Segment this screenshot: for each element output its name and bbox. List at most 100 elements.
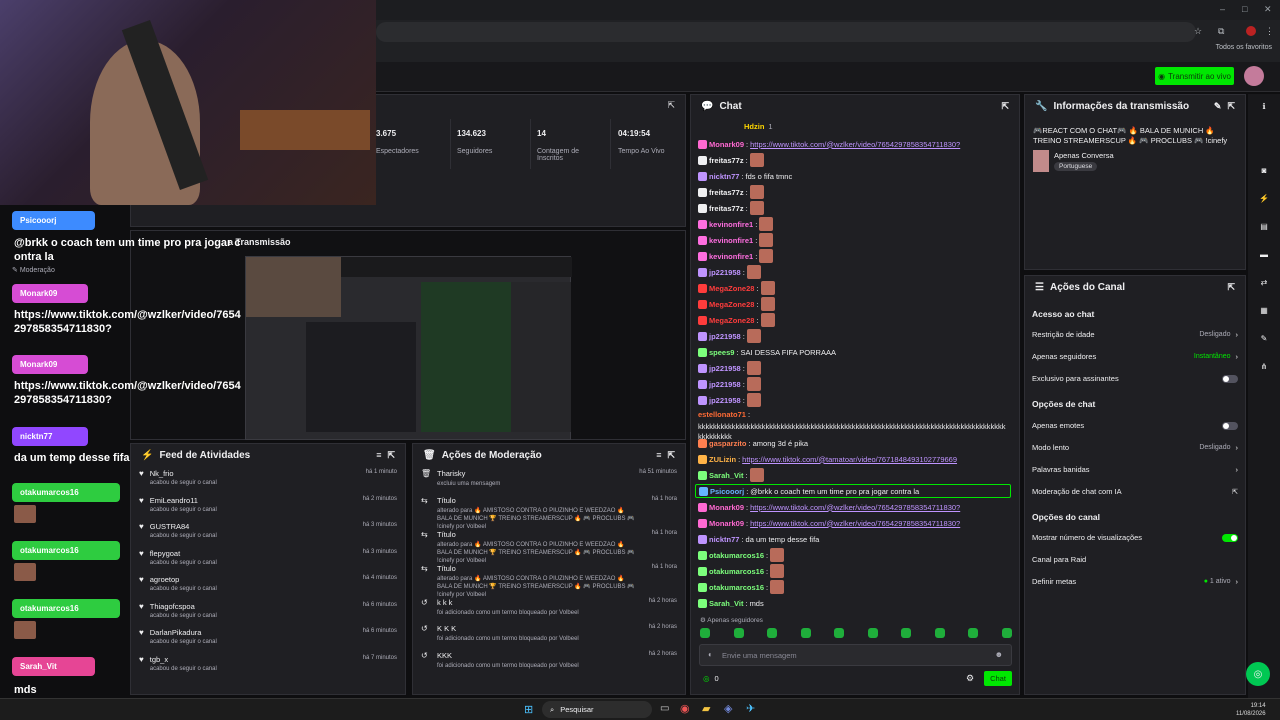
feed-item[interactable]: ♥ agroetop acabou de seguir o canal há 4 mi… <box>131 572 405 599</box>
chat-message[interactable]: otakumarcos16: <box>698 548 785 562</box>
taskbar-search[interactable]: ⌕ Pesquisar <box>542 701 652 718</box>
send-chat-button[interactable]: Chat <box>984 671 1012 686</box>
app-icon[interactable]: ✈ <box>746 702 755 715</box>
slow-mode-row[interactable]: Modo lento Desligado › <box>1032 443 1238 452</box>
info-icon[interactable]: ℹ <box>1256 98 1272 114</box>
emotes-only-toggle[interactable] <box>1222 421 1238 430</box>
chat-message[interactable]: jp221958: <box>698 393 761 407</box>
chat-message[interactable]: Psicooorj: @brkk o coach tem um time pro … <box>695 484 1011 498</box>
stream-preview-video[interactable] <box>245 256 572 440</box>
chat-username[interactable]: freitas77z <box>709 204 744 213</box>
chat-username[interactable]: otakumarcos16 <box>709 583 764 592</box>
chat-username[interactable]: freitas77z <box>709 188 744 197</box>
chat-username[interactable]: MegaZone28 <box>709 300 754 309</box>
chat-username[interactable]: jp221958 <box>709 364 741 373</box>
chat-username[interactable]: gasparzito <box>709 439 747 448</box>
menu-icon[interactable]: ⋮ <box>1265 26 1274 37</box>
discord-icon[interactable]: ◈ <box>724 702 732 715</box>
maximize-icon[interactable]: □ <box>1242 4 1247 14</box>
quick-emote-icon[interactable] <box>968 628 979 638</box>
support-chat-button[interactable]: ◎ <box>1246 662 1270 686</box>
chat-username[interactable]: Psicooorj <box>710 487 744 496</box>
quick-emote-icon[interactable] <box>700 628 710 638</box>
chat-username[interactable]: MegaZone28 <box>709 316 754 325</box>
chat-username[interactable]: jp221958 <box>709 380 741 389</box>
followers-only-row[interactable]: Apenas seguidores Instantâneo › <box>1032 352 1238 361</box>
chat-message[interactable]: nicktn77: fds o fifa tmnc <box>698 169 792 183</box>
chat-message[interactable]: ZULizin: https://www.tiktok.com/@tamatoar… <box>698 452 957 466</box>
chat-message[interactable]: MegaZone28: <box>698 281 775 295</box>
chat-username[interactable]: jp221958 <box>709 396 741 405</box>
chat-username[interactable]: nicktn77 <box>709 535 739 544</box>
feed-item[interactable]: ♥ flepygoat acabou de seguir o canal há 3 m… <box>131 546 405 573</box>
chat-text[interactable]: https://www.tiktok.com/@wzlker/video/765… <box>750 140 960 149</box>
bolt-icon[interactable]: ⚡ <box>1256 190 1272 206</box>
show-viewers-toggle[interactable] <box>1222 533 1238 542</box>
chat-message[interactable]: jp221958: <box>698 329 761 343</box>
clipboard-icon[interactable]: ▤ <box>1256 218 1272 234</box>
chat-message[interactable]: jp221958: <box>698 361 761 375</box>
broadcast-icon[interactable]: ⇄ <box>1256 274 1272 290</box>
chat-message[interactable]: MegaZone28: <box>698 313 775 327</box>
goals-row[interactable]: Definir metas ● 1 ativo › <box>1032 577 1238 586</box>
avatar[interactable] <box>1244 66 1264 86</box>
task-view-icon[interactable]: ▭ <box>660 703 669 714</box>
moderation-item[interactable]: ⇆ Título alterado para 🔥 AMISTOSO CONTRA O… <box>413 561 685 598</box>
minimize-icon[interactable]: – <box>1220 4 1225 14</box>
quick-emote-icon[interactable] <box>867 628 878 638</box>
quick-emote-icon[interactable] <box>767 628 778 638</box>
chat-message[interactable]: kevinonfire1: <box>698 249 774 263</box>
show-viewers-row[interactable]: Mostrar número de visualizações <box>1032 533 1238 542</box>
settings-icon[interactable]: ⚙ <box>966 673 974 684</box>
chat-username[interactable]: spees9 <box>709 348 734 357</box>
pinned-bar[interactable]: Hdzin 1 <box>744 122 773 131</box>
feed-item[interactable]: ♥ Nk_frio acabou de seguir o canal há 1 min… <box>131 466 405 493</box>
chat-username[interactable]: otakumarcos16 <box>709 551 764 560</box>
quick-emote-icon[interactable] <box>800 628 811 638</box>
quick-emote-icon[interactable] <box>901 628 912 638</box>
moderation-item[interactable]: ↺ KKK foi adicionado como um termo bloquea… <box>413 648 685 675</box>
moderation-item[interactable]: ↺ k k k foi adicionado como um termo bloqu… <box>413 595 685 622</box>
chrome-icon[interactable]: ◉ <box>680 702 690 715</box>
address-bar[interactable] <box>376 22 1196 42</box>
feed-item[interactable]: ♥ DarlanPikadura acabou de seguir o canal h… <box>131 625 405 652</box>
chat-message[interactable]: otakumarcos16: <box>698 580 785 594</box>
subs-only-toggle[interactable] <box>1222 374 1238 383</box>
feed-item[interactable]: ♥ GUSTRA84 acabou de seguir o canal há 3 mi… <box>131 519 405 546</box>
chat-message[interactable]: nicktn77: da um temp desse fifa <box>698 532 819 546</box>
smile-icon[interactable]: ☻ <box>995 650 1003 659</box>
subs-only-row[interactable]: Exclusivo para assinantes <box>1032 374 1238 383</box>
banned-words-row[interactable]: Palavras banidas › <box>1032 465 1238 474</box>
edit-icon[interactable]: ✎ <box>1214 101 1222 112</box>
filter-icon[interactable]: ≡ <box>656 450 661 460</box>
share-icon[interactable]: ⋔ <box>1256 358 1272 374</box>
popout-icon[interactable]: ⇱ <box>387 450 395 461</box>
quick-emote-icon[interactable] <box>1001 628 1012 638</box>
chat-text[interactable]: https://www.tiktok.com/@wzlker/video/765… <box>750 503 960 512</box>
wrench-icon[interactable]: ✎ <box>1256 330 1272 346</box>
chat-username[interactable]: MegaZone28 <box>709 284 754 293</box>
feed-item[interactable]: ♥ EmiLeandro11 acabou de seguir o canal há … <box>131 493 405 520</box>
chat-input[interactable]: ◐ Envie uma mensagem ☻ <box>699 644 1012 666</box>
popout-icon[interactable]: ⇱ <box>667 100 675 111</box>
feed-item[interactable]: ♥ Thiagofcspoa acabou de seguir o canal há … <box>131 599 405 626</box>
chat-text[interactable]: https://www.tiktok.com/@wzlker/video/765… <box>750 519 960 528</box>
taskbar-clock[interactable]: 19:14 11/08/2026 <box>1236 702 1266 718</box>
chat-message[interactable]: spees9: SAI DESSA FIFA PORRAAA <box>698 345 836 359</box>
chat-bubble-icon[interactable]: ▬ <box>1256 246 1272 262</box>
chat-username[interactable]: Monark09 <box>709 519 744 528</box>
windows-start-icon[interactable]: ⊞ <box>524 703 533 716</box>
moderation-item[interactable]: ↺ K K K foi adicionado como um termo bloqu… <box>413 621 685 648</box>
chat-username[interactable]: freitas77z <box>709 156 744 165</box>
emotes-only-row[interactable]: Apenas emotes <box>1032 421 1238 430</box>
chat-message[interactable]: jp221958: <box>698 377 761 391</box>
filter-icon[interactable]: ≡ <box>376 450 381 460</box>
chat-message[interactable]: otakumarcos16: <box>698 564 785 578</box>
moderation-item[interactable]: ⇆ Título alterado para 🔥 AMISTOSO CONTRA O… <box>413 527 685 564</box>
popout-icon[interactable]: ⇱ <box>667 450 675 461</box>
chat-message[interactable]: freitas77z: <box>698 201 764 215</box>
raid-row[interactable]: Canal para Raid <box>1032 555 1238 564</box>
chat-message[interactable]: Sarah_Vit: mds <box>698 596 764 610</box>
profile-icon[interactable] <box>1246 26 1256 36</box>
quick-emote-icon[interactable] <box>934 628 945 638</box>
